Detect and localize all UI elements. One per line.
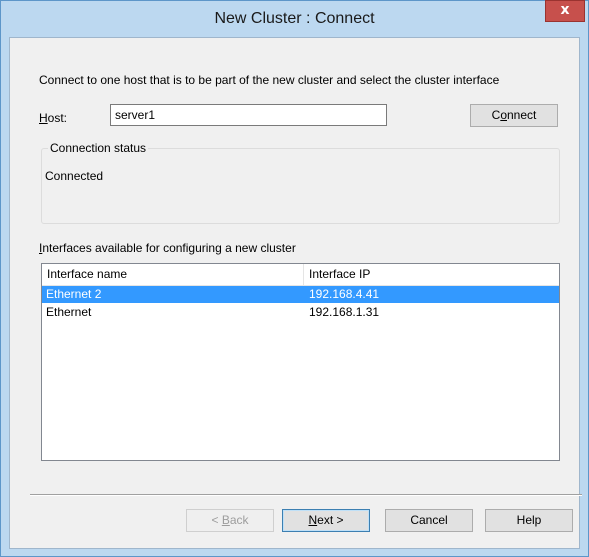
interfaces-list[interactable]: Interface name Interface IP Ethernet 2 1… bbox=[41, 263, 560, 461]
column-header-interface-name[interactable]: Interface name bbox=[42, 264, 304, 285]
list-row-ethernet[interactable]: Ethernet 192.168.1.31 bbox=[42, 304, 559, 321]
cancel-button[interactable]: Cancel bbox=[385, 509, 473, 532]
title-bar[interactable]: New Cluster : Connect bbox=[1, 1, 588, 37]
interfaces-label: Interfaces available for configuring a n… bbox=[39, 241, 296, 255]
column-header-interface-ip[interactable]: Interface IP bbox=[304, 264, 559, 285]
dialog-window: New Cluster : Connect x Connect to one h… bbox=[0, 0, 589, 557]
next-button[interactable]: Next > bbox=[282, 509, 370, 532]
back-button[interactable]: < Back bbox=[186, 509, 274, 532]
help-button[interactable]: Help bbox=[485, 509, 573, 532]
close-icon: x bbox=[560, 2, 570, 18]
connect-button[interactable]: Connect bbox=[470, 104, 558, 127]
connection-status-group: Connection status Connected bbox=[41, 141, 560, 224]
footer-separator bbox=[30, 494, 582, 496]
connection-status-text: Connected bbox=[45, 169, 104, 183]
list-row-ethernet-2[interactable]: Ethernet 2 192.168.4.41 bbox=[42, 286, 559, 303]
interface-ip-cell: 192.168.1.31 bbox=[309, 305, 380, 319]
window-title: New Cluster : Connect bbox=[214, 10, 375, 27]
instructions-text: Connect to one host that is to be part o… bbox=[39, 73, 500, 87]
host-input[interactable]: server1 bbox=[110, 104, 387, 126]
list-header: Interface name Interface IP bbox=[42, 264, 559, 286]
close-button[interactable]: x bbox=[545, 0, 585, 22]
host-label: Host: bbox=[39, 111, 68, 125]
interface-name-cell: Ethernet bbox=[46, 305, 92, 319]
interface-name-cell: Ethernet 2 bbox=[46, 287, 102, 301]
connection-status-title: Connection status bbox=[48, 141, 149, 155]
interface-ip-cell: 192.168.4.41 bbox=[309, 287, 380, 301]
dialog-client-area: Connect to one host that is to be part o… bbox=[9, 37, 582, 549]
